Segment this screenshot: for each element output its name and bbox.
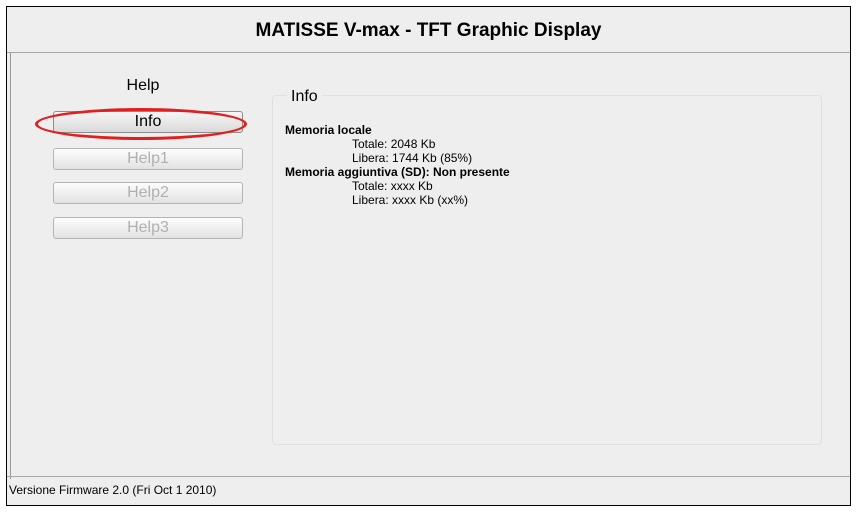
app-title: MATISSE V-max - TFT Graphic Display <box>255 20 602 41</box>
local-memory-free: Libera: 1744 Kb (85%) <box>352 151 473 165</box>
help-sidebar: Help Info Help1 Help2 Help3 <box>37 55 249 239</box>
app-window: MATISSE V-max - TFT Graphic Display Help… <box>6 6 851 506</box>
left-divider <box>10 53 11 479</box>
sidebar-heading: Help <box>126 77 160 94</box>
help2-button[interactable]: Help2 <box>53 182 243 204</box>
sd-memory-total: Totale: xxxx Kb <box>352 179 433 193</box>
info-content: Memoria locale Totale: 2048 Kb Libera: 1… <box>285 123 510 207</box>
panel-title: Info <box>287 88 322 106</box>
sd-memory-label: Memoria aggiuntiva (SD): Non presente <box>285 165 510 179</box>
local-memory-total: Totale: 2048 Kb <box>352 137 436 151</box>
sd-memory-free: Libera: xxxx Kb (xx%) <box>352 193 469 207</box>
info-button[interactable]: Info <box>53 111 243 133</box>
help1-button[interactable]: Help1 <box>53 148 243 170</box>
status-bar: Versione Firmware 2.0 (Fri Oct 1 2010) <box>7 476 850 505</box>
local-memory-label: Memoria locale <box>285 123 372 137</box>
title-bar: MATISSE V-max - TFT Graphic Display <box>7 7 850 53</box>
firmware-version: Versione Firmware 2.0 (Fri Oct 1 2010) <box>9 483 217 497</box>
help3-button[interactable]: Help3 <box>53 217 243 239</box>
